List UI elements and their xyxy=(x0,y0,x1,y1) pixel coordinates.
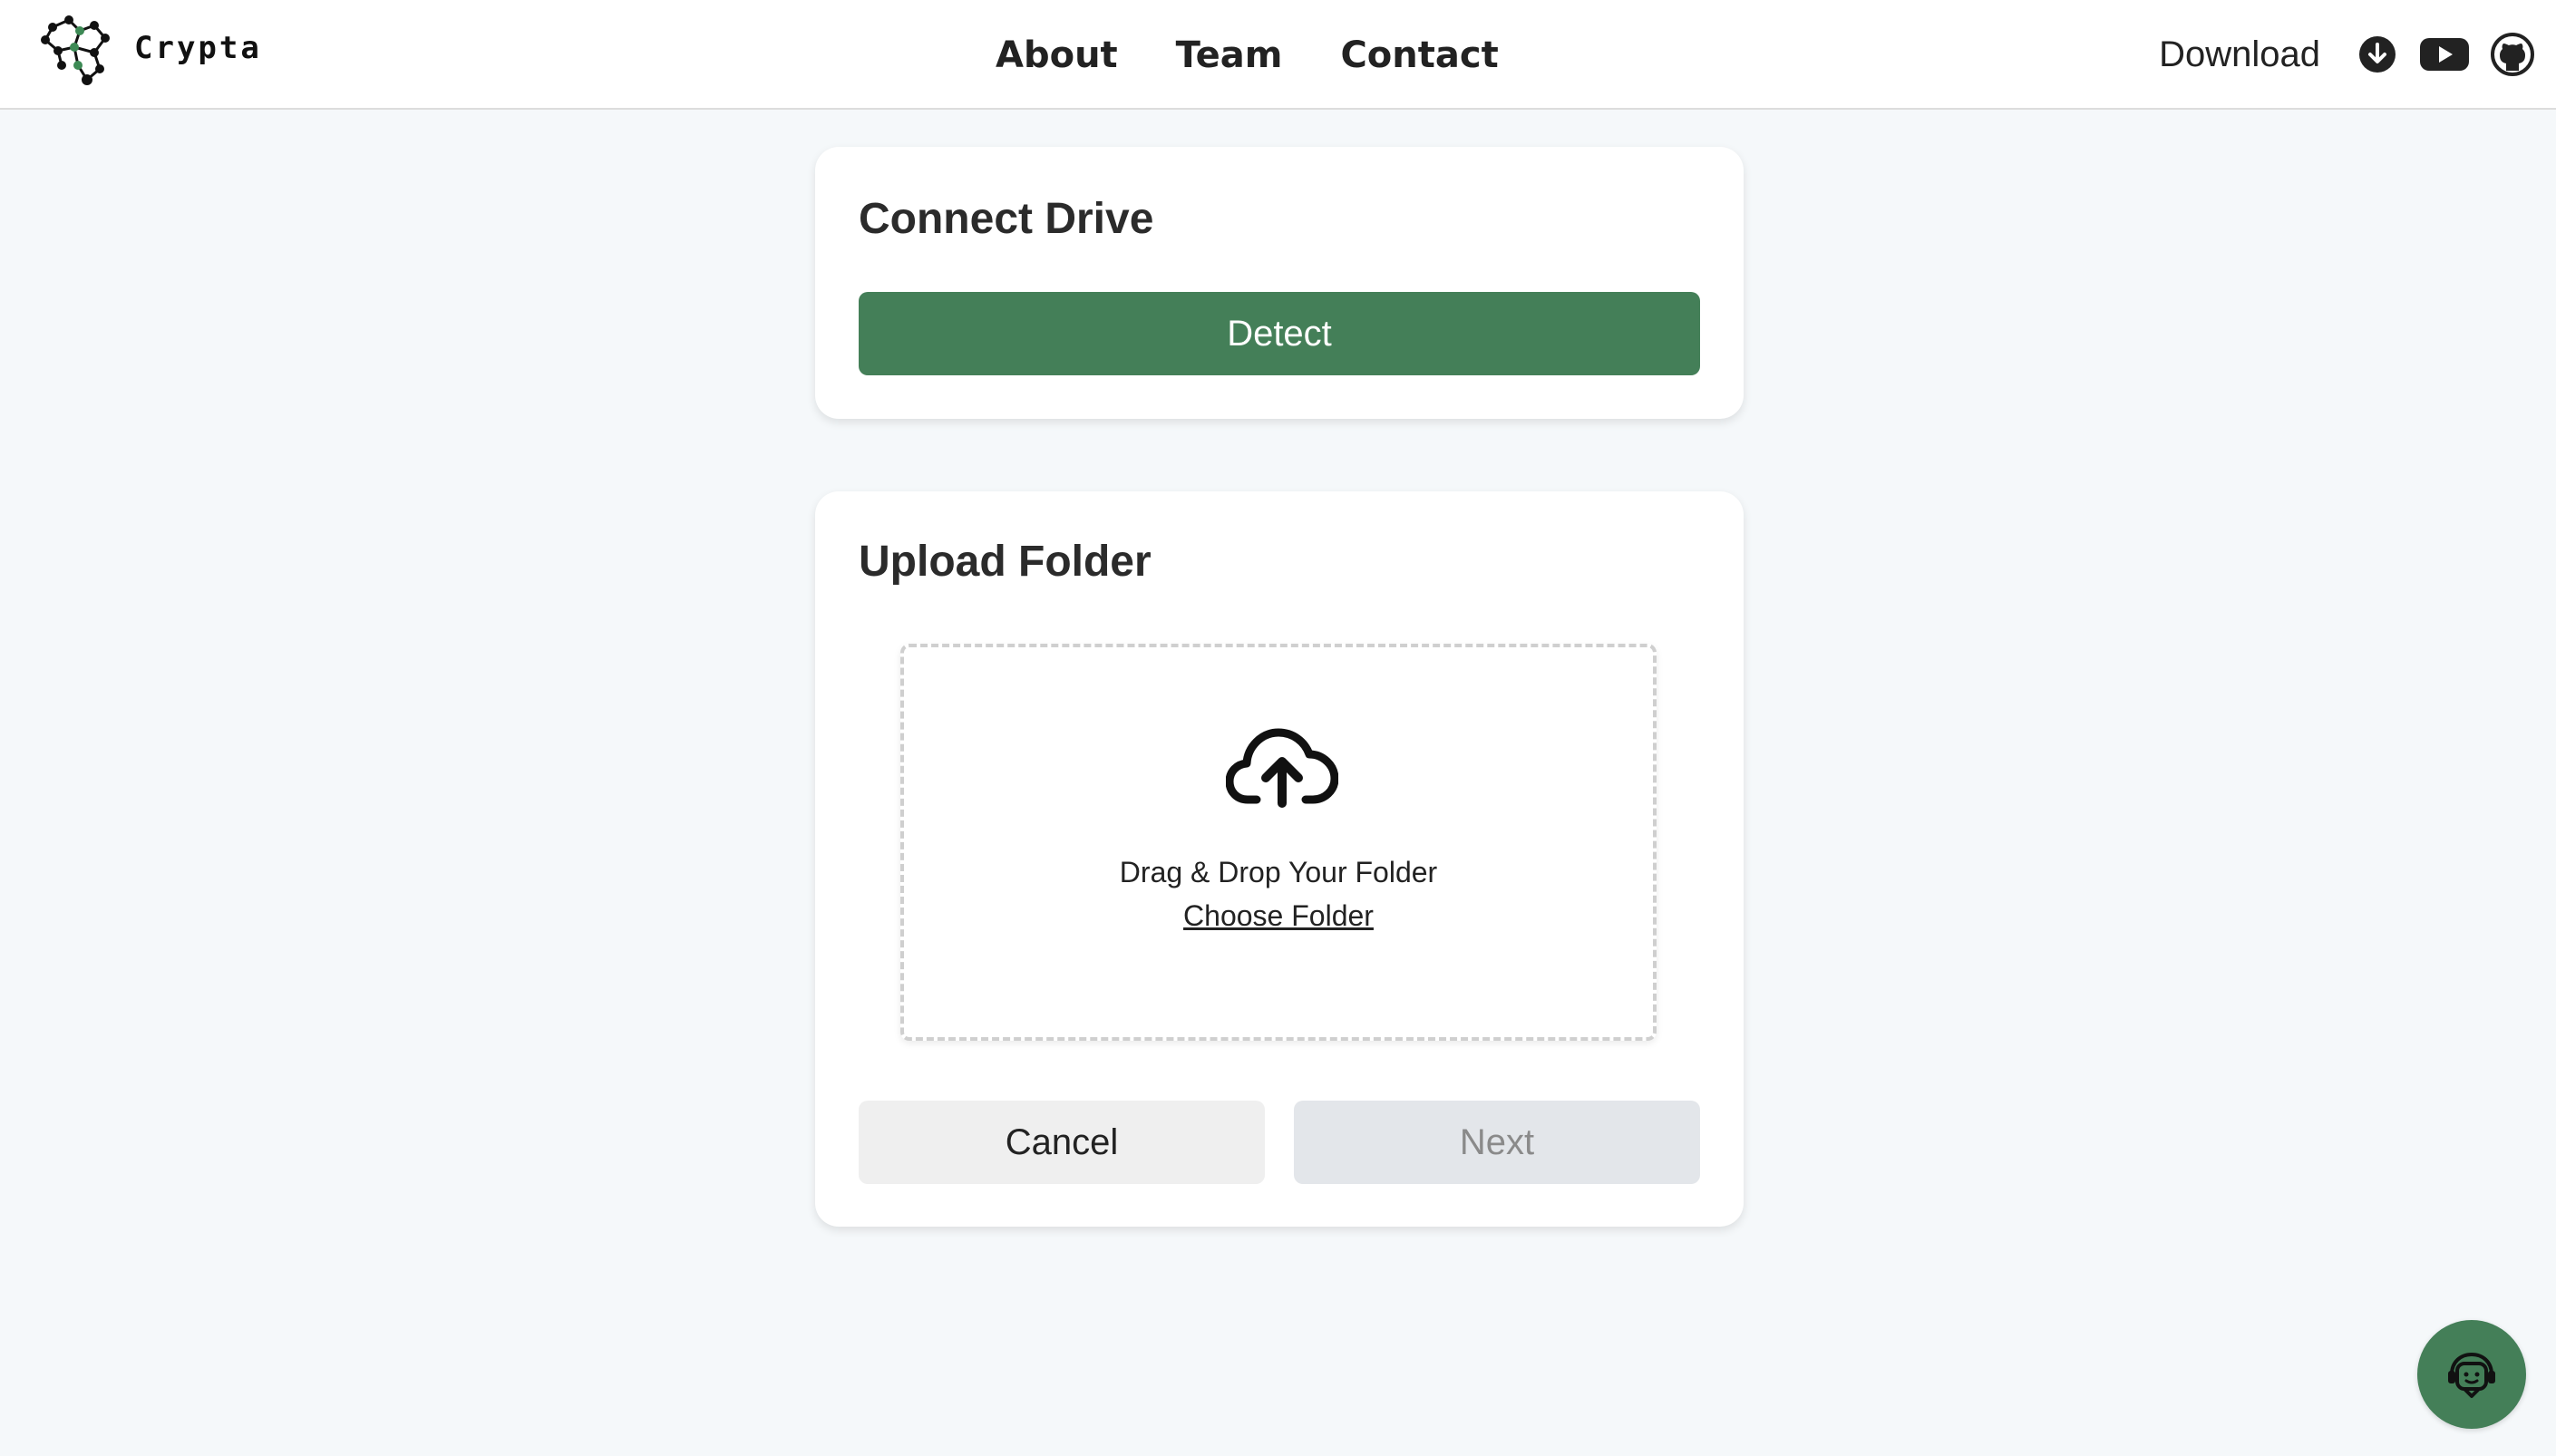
top-navbar: Crypta About Team Contact Download xyxy=(0,0,2556,110)
nav-contact-link[interactable]: Contact xyxy=(1340,29,1498,82)
nav-team-link[interactable]: Team xyxy=(1176,29,1283,82)
network-nodes-logo-icon xyxy=(41,15,110,85)
folder-dropzone[interactable]: Drag & Drop Your Folder Choose Folder xyxy=(900,644,1657,1041)
download-link[interactable]: Download xyxy=(2159,34,2320,75)
header-actions: Download xyxy=(2159,27,2534,82)
brand-logo[interactable]: Crypta xyxy=(34,7,262,89)
chat-support-button[interactable] xyxy=(2417,1320,2526,1429)
support-agent-icon xyxy=(2448,1352,2495,1398)
nav-about-link[interactable]: About xyxy=(996,29,1118,82)
cancel-button[interactable]: Cancel xyxy=(859,1101,1265,1184)
drop-instructions: Drag & Drop Your Folder xyxy=(1119,856,1438,888)
youtube-icon[interactable] xyxy=(2420,36,2469,73)
upload-folder-card: Upload Folder Drag & Drop Your Folder Ch… xyxy=(815,491,1744,1227)
cloud-upload-icon xyxy=(1225,720,1339,815)
connect-drive-title: Connect Drive xyxy=(859,195,1154,243)
upload-folder-title: Upload Folder xyxy=(859,538,1152,586)
brand-name: Crypta xyxy=(134,30,262,66)
next-button[interactable]: Next xyxy=(1294,1101,1700,1184)
choose-folder-link[interactable]: Choose Folder xyxy=(904,899,1653,933)
github-icon[interactable] xyxy=(2491,33,2534,76)
connect-drive-card: Connect Drive Detect xyxy=(815,147,1744,419)
download-circle-icon[interactable] xyxy=(2358,35,2396,73)
detect-button[interactable]: Detect xyxy=(859,292,1700,375)
main-nav: About Team Contact xyxy=(996,29,1499,82)
